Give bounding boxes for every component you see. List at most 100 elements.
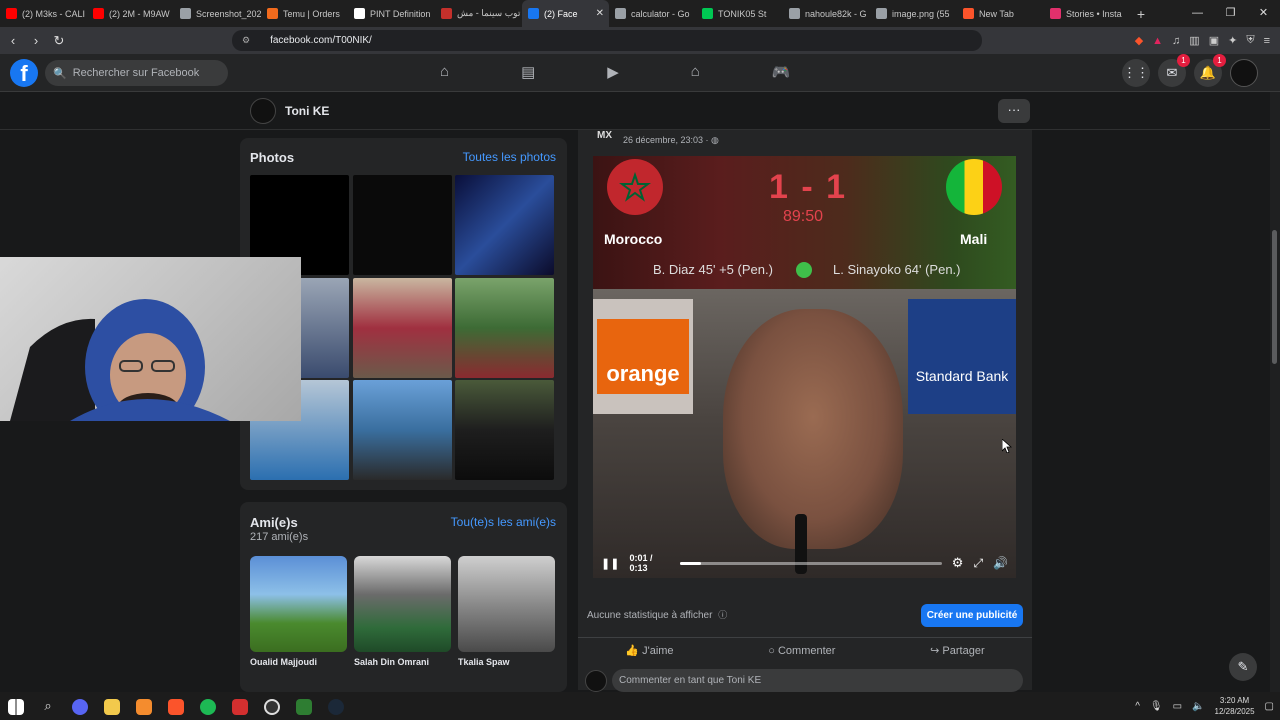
marketplace-icon[interactable]: ⌂ [691, 63, 700, 81]
photo-thumbnail[interactable] [455, 380, 554, 480]
volume-tray-icon[interactable]: 🔈 [1192, 701, 1204, 712]
friend-photo[interactable] [250, 556, 347, 652]
comment-input[interactable]: Commenter en tant que Toni KE [612, 669, 1023, 692]
search-input[interactable]: Rechercher sur Facebook [73, 67, 200, 79]
friend-name[interactable]: Oualid Majjoudi [250, 657, 347, 667]
photo-thumbnail[interactable] [353, 278, 452, 378]
new-message-icon[interactable]: ✎ [1229, 653, 1257, 681]
photo-thumbnail[interactable] [353, 380, 452, 480]
mali-flag-icon [946, 159, 1002, 215]
app-icon[interactable] [288, 692, 320, 720]
site-info-icon[interactable]: ⚙ [242, 35, 250, 46]
obs-icon[interactable] [256, 692, 288, 720]
forward-icon[interactable]: › [26, 33, 46, 48]
browser-tab[interactable]: (2) M3ks - CALI [0, 0, 87, 27]
steam-icon[interactable] [320, 692, 352, 720]
profile-avatar[interactable] [250, 98, 276, 124]
menu-icon[interactable]: ≡ [1264, 35, 1270, 47]
browser-tab[interactable]: PINT Definition [348, 0, 435, 27]
brave-rewards-icon[interactable]: ▲ [1152, 35, 1163, 47]
profile-name[interactable]: Toni KE [285, 104, 329, 118]
browser-tab[interactable]: Screenshot_202 [174, 0, 261, 27]
spotify-icon[interactable] [192, 692, 224, 720]
friend-card[interactable]: Tkalia Spaw [458, 556, 555, 667]
create-ad-button[interactable]: Créer une publicité [921, 604, 1023, 627]
messenger-icon[interactable]: ✉ 1 [1158, 54, 1190, 87]
photo-thumbnail[interactable] [353, 175, 452, 275]
video-icon[interactable]: ▶ [607, 63, 619, 81]
friend-photo[interactable] [354, 556, 451, 652]
browser-tab[interactable]: (2) Face ✕ [522, 0, 609, 27]
pause-icon[interactable]: ❚❚ [601, 557, 619, 570]
facebook-search[interactable]: 🔍 Rechercher sur Facebook [45, 60, 228, 86]
video-player[interactable]: Morocco 1 - 1 89:50 Mali B. Diaz 45' +5 … [593, 156, 1016, 578]
browser-tab[interactable]: (2) 2M - M9AW [87, 0, 174, 27]
account-avatar[interactable] [1230, 59, 1258, 87]
restore-icon[interactable]: ❐ [1214, 0, 1247, 27]
info-icon[interactable]: ⓘ [718, 610, 727, 620]
browser-tab[interactable]: New Tab [957, 0, 1044, 27]
url-text[interactable]: facebook.com/T00NIK/ [270, 35, 372, 46]
photo-thumbnail[interactable] [455, 278, 554, 378]
app-icon[interactable] [128, 692, 160, 720]
all-friends-link[interactable]: Tou(te)s les ami(e)s [451, 515, 556, 529]
browser-tab[interactable]: Temu | Orders [261, 0, 348, 27]
settings-gear-icon[interactable]: ⚙ [952, 555, 964, 571]
vpn-icon[interactable]: ⛨ [1246, 34, 1254, 47]
menu-grid-icon[interactable]: ⋮⋮ [1122, 59, 1150, 87]
browser-tab[interactable]: Stories • Insta [1044, 0, 1131, 27]
taskbar-clock[interactable]: 3:20 AM 12/28/2025 [1215, 695, 1255, 717]
close-tab-icon[interactable]: ✕ [596, 8, 604, 19]
scrollbar-thumb[interactable] [1272, 230, 1277, 364]
facebook-logo-icon[interactable]: f [10, 59, 38, 87]
wallet-icon[interactable]: ▣ [1209, 34, 1219, 47]
more-options-button[interactable]: ··· [998, 99, 1030, 123]
notification-center-icon[interactable]: ▢ [1265, 701, 1274, 712]
friend-name[interactable]: Salah Din Omrani [354, 657, 451, 667]
commenter-avatar[interactable] [585, 670, 607, 692]
video-progress-bar[interactable] [680, 561, 942, 565]
brave-shield-icon[interactable]: ◆ [1135, 34, 1143, 47]
media-icon[interactable]: ♫ [1172, 35, 1180, 47]
post-timestamp[interactable]: 26 décembre, 23:03 · ◍ [623, 135, 719, 146]
browser-tab[interactable]: TONIK05 St [696, 0, 783, 27]
feeds-icon[interactable]: ▤ [521, 63, 535, 81]
friend-photo[interactable] [458, 556, 555, 652]
tray-overflow-icon[interactable]: ^ [1135, 701, 1140, 712]
app-icon[interactable] [224, 692, 256, 720]
new-tab-icon[interactable]: + [1131, 6, 1151, 22]
file-explorer-icon[interactable] [96, 692, 128, 720]
gaming-icon[interactable]: 🎮 [772, 63, 791, 81]
browser-tab[interactable]: image.png (55 [870, 0, 957, 27]
reload-icon[interactable]: ↻ [49, 33, 69, 49]
microphone-tray-icon[interactable]: 🎙 [1150, 701, 1163, 712]
sidebar-icon[interactable]: ▥ [1189, 34, 1199, 47]
page-scrollbar[interactable] [1270, 92, 1280, 692]
comment-button[interactable]: ○ Commenter [768, 645, 835, 657]
brave-browser-icon[interactable] [160, 692, 192, 720]
all-photos-link[interactable]: Toutes les photos [463, 150, 556, 164]
friend-name[interactable]: Tkalia Spaw [458, 657, 555, 667]
search-taskbar-icon[interactable]: ⌕ [32, 692, 64, 720]
back-icon[interactable]: ‹ [3, 33, 23, 48]
fullscreen-icon[interactable]: ⤢ [973, 556, 983, 571]
browser-tab[interactable]: توب سينما - مش [435, 0, 522, 27]
friend-card[interactable]: Oualid Majjoudi [250, 556, 347, 667]
leo-icon[interactable]: ✦ [1228, 34, 1237, 47]
address-bar[interactable]: ⚙ facebook.com/T00NIK/ [232, 30, 982, 51]
browser-tab[interactable]: calculator - Go [609, 0, 696, 27]
notifications-icon[interactable]: 🔔 1 [1194, 54, 1226, 87]
page-logo[interactable]: MX [597, 130, 612, 141]
browser-tab[interactable]: nahoule82k - G [783, 0, 870, 27]
like-button[interactable]: 👍 J'aime [625, 644, 673, 657]
volume-icon[interactable]: 🔊 [993, 556, 1008, 570]
photo-thumbnail[interactable] [455, 175, 554, 275]
network-icon[interactable]: ▭ [1173, 701, 1182, 712]
close-window-icon[interactable]: ✕ [1247, 0, 1280, 27]
start-icon[interactable] [0, 692, 32, 720]
share-button[interactable]: ↪ Partager [930, 644, 984, 657]
minimize-icon[interactable]: — [1181, 0, 1214, 27]
home-icon[interactable]: ⌂ [440, 63, 449, 81]
friend-card[interactable]: Salah Din Omrani [354, 556, 451, 667]
discord-like-icon[interactable] [64, 692, 96, 720]
